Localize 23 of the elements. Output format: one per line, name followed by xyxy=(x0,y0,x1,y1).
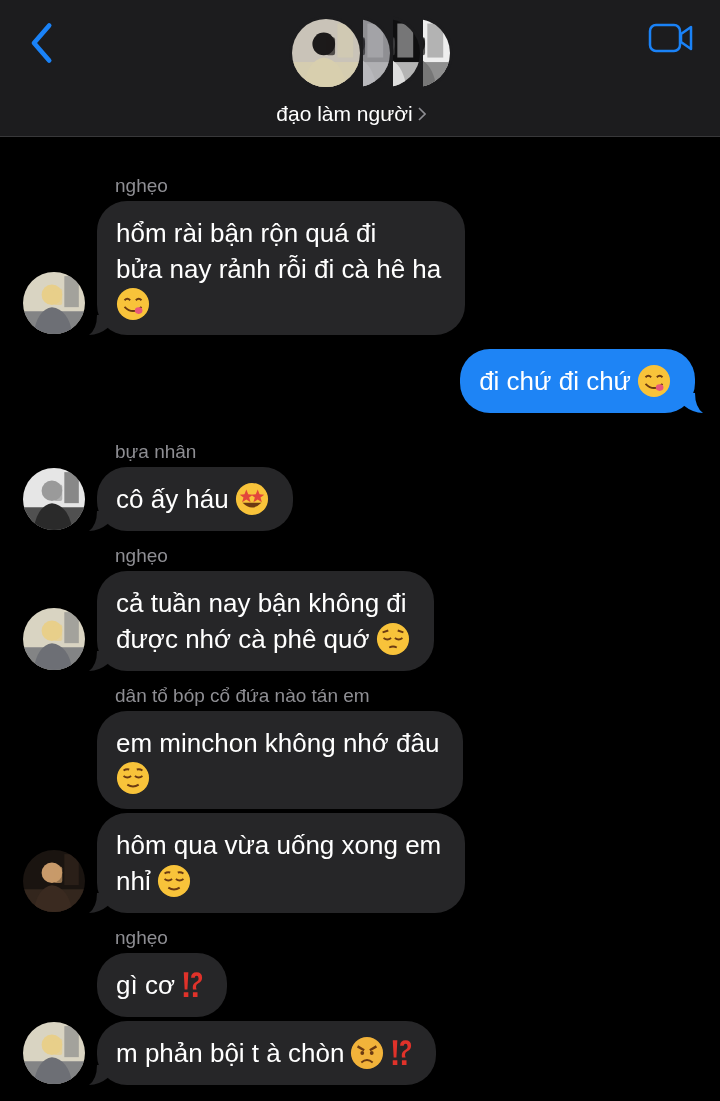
message-text: bửa nay rảnh rỗi đi cà hê ha xyxy=(116,253,442,286)
sender-name: bựa nhân xyxy=(115,441,198,463)
message-text: được nhớ cà phê quớ xyxy=(116,623,370,656)
message-text: hôm qua vừa uống xong em xyxy=(116,829,442,862)
video-call-icon[interactable] xyxy=(648,22,694,54)
message-text: hổm rài bận rộn quá đi xyxy=(116,217,377,250)
group-avatar[interactable] xyxy=(363,16,393,90)
group-avatar[interactable] xyxy=(393,16,423,90)
message-text: em minchon không nhớ đâu xyxy=(116,727,440,760)
message-text: đi chứ đi chứ xyxy=(479,365,631,398)
message-text: gì cơ xyxy=(116,969,175,1002)
conversation-title[interactable]: đạo làm người xyxy=(276,102,413,126)
message-text: nhỉ xyxy=(116,865,151,898)
sender-name: nghẹo xyxy=(115,927,169,949)
message-text: cả tuần nay bận không đi xyxy=(116,587,407,620)
group-avatar[interactable] xyxy=(289,16,363,90)
message-text: m phản bội t à chòn xyxy=(116,1037,345,1070)
sender-name: dân tổ bóp cổ đứa nào tán em xyxy=(115,685,371,707)
group-avatar[interactable] xyxy=(423,16,453,90)
message-text: cô ấy háu xyxy=(116,483,229,516)
chevron-right-icon[interactable] xyxy=(417,107,426,121)
sender-name: nghẹo xyxy=(115,545,169,567)
sender-name: nghẹo xyxy=(115,175,169,197)
